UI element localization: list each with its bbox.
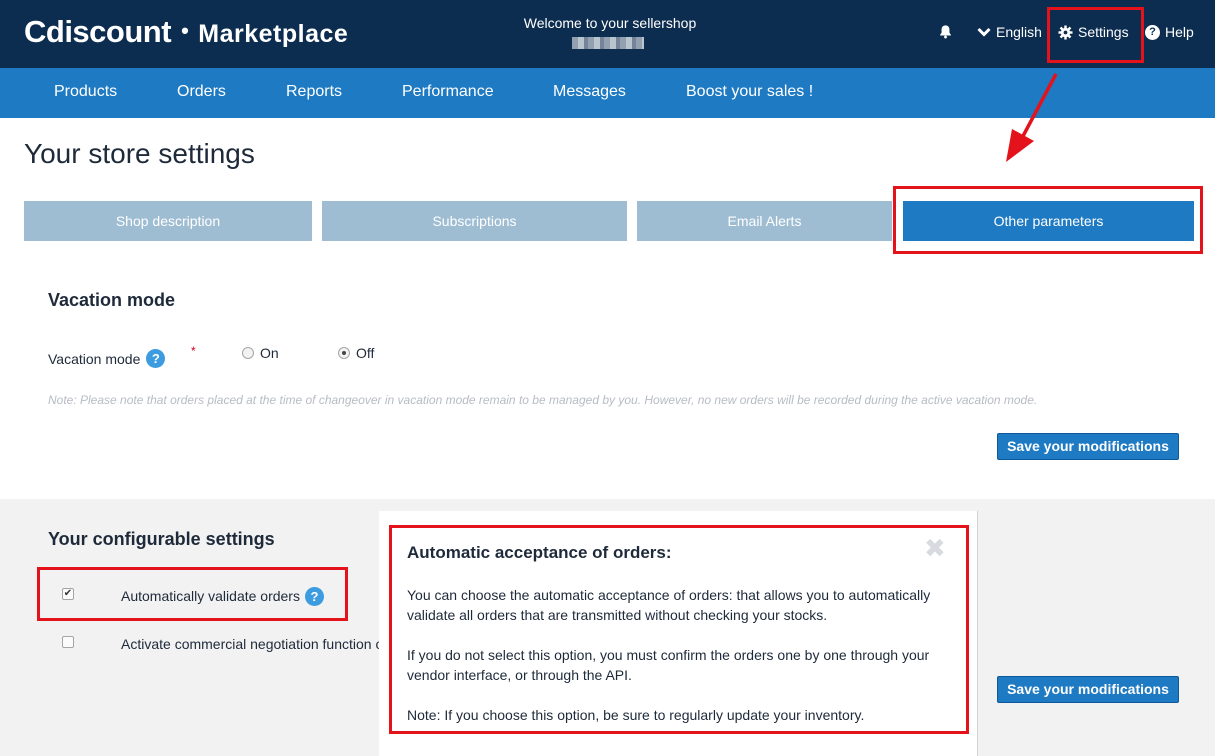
gear-icon [1058,24,1073,40]
logo[interactable]: Cdiscount • Marketplace [24,14,348,50]
help-label: Help [1165,24,1194,40]
language-selector[interactable]: English [977,24,1042,40]
commercial-negotiation-checkbox[interactable] [62,636,74,648]
chevron-down-icon [977,27,991,37]
logo-brand: Cdiscount [24,14,172,49]
vacation-note: Note: Please note that orders placed at … [48,393,1038,407]
radio-circle[interactable] [338,347,350,359]
radio-circle[interactable] [242,347,254,359]
nav-reports[interactable]: Reports [286,83,342,101]
logo-suffix: Marketplace [198,20,349,48]
radio-label: Off [356,345,375,361]
configurable-section-title: Your configurable settings [48,529,275,549]
logo-dot: • [181,18,189,43]
auto-validate-label: Automatically validate orders [121,588,300,604]
vacation-mode-label: Vacation mode [48,350,141,367]
help-icon: ? [1145,24,1160,40]
nav-orders[interactable]: Orders [177,83,226,101]
help-tooltip-icon[interactable]: ? [146,349,166,368]
save-configurable-button[interactable]: Save your modifications [997,676,1179,703]
save-vacation-button[interactable]: Save your modifications [997,433,1179,460]
vacation-off-radio[interactable]: Off [338,345,374,361]
popup-paragraph: Note: If you choose this option, be sure… [407,707,865,723]
commercial-negotiation-label: Activate commercial negotiation function… [121,636,384,652]
popup-paragraph: You can choose the automatic acceptance … [407,587,931,623]
tab-email-alerts[interactable]: Email Alerts [637,201,892,241]
vacation-mode-field: Vacation mode ? [48,349,166,368]
auto-validate-checkbox[interactable]: ✔ [62,588,74,600]
help-link[interactable]: ? Help [1145,24,1194,40]
bell-icon [940,25,951,39]
popup-paragraph: If you do not select this option, you mu… [407,647,930,683]
settings-label: Settings [1078,24,1129,40]
language-label: English [996,24,1042,40]
welcome-text: Welcome to your sellershop [523,15,697,31]
close-icon[interactable]: ✖ [924,533,946,564]
tab-subscriptions[interactable]: Subscriptions [322,201,627,241]
shop-name-blurred [572,37,644,49]
notifications-button[interactable] [938,24,953,39]
nav-messages[interactable]: Messages [553,83,626,101]
radio-label: On [260,345,279,361]
main-nav: Products Orders Reports Performance Mess… [0,68,1215,118]
tab-other-parameters[interactable]: Other parameters [903,201,1194,241]
top-header: Cdiscount • Marketplace Welcome to your se… [0,0,1215,68]
popup-title: Automatic acceptance of orders: [407,543,672,562]
nav-boost-sales[interactable]: Boost your sales ! [686,83,813,101]
vacation-section-title: Vacation mode [48,290,176,310]
help-tooltip-icon[interactable]: ? [305,587,324,606]
nav-performance[interactable]: Performance [402,83,494,101]
tooltip-popup: Automatic acceptance of orders: ✖ You ca… [379,511,978,756]
vacation-on-radio[interactable]: On [242,345,279,361]
nav-products[interactable]: Products [54,83,117,101]
page-title: Your store settings [24,138,255,169]
required-mark: * [191,344,196,358]
settings-link[interactable]: Settings [1058,24,1129,40]
tab-shop-description[interactable]: Shop description [24,201,312,241]
